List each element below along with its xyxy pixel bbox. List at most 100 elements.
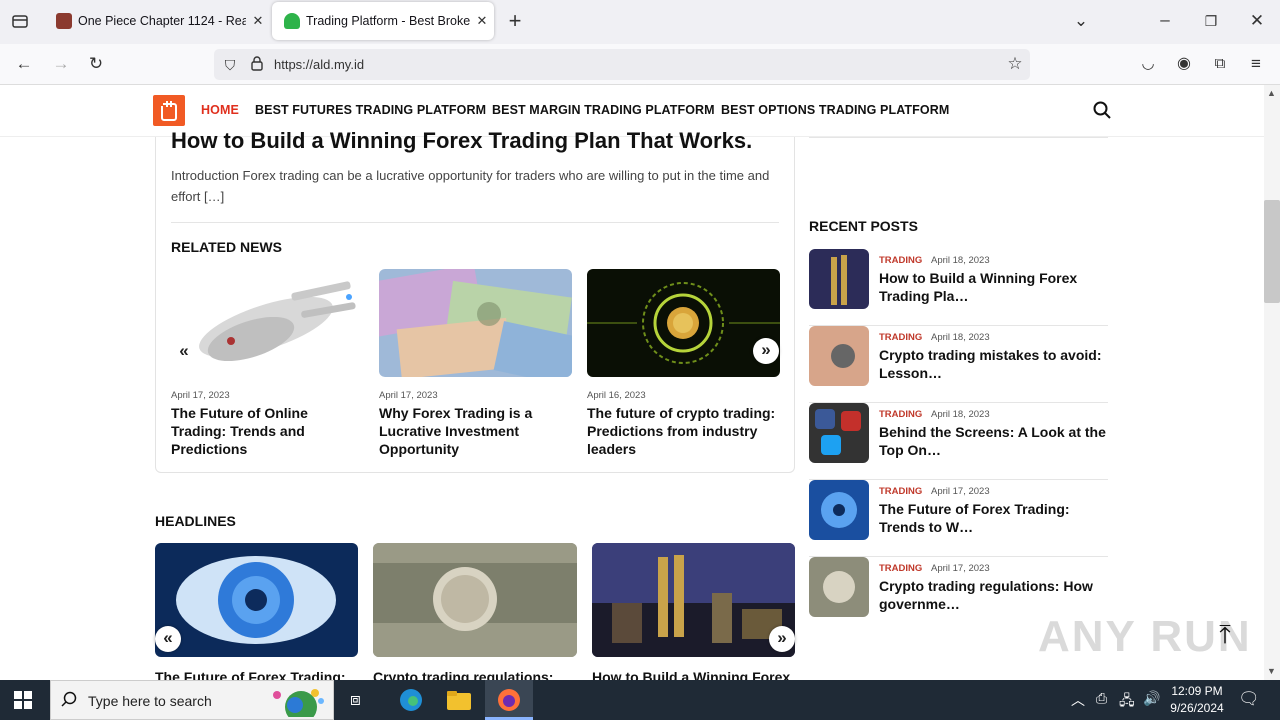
- search-placeholder: Type here to search: [88, 693, 212, 709]
- site-logo[interactable]: [153, 95, 185, 126]
- tab-overflow-chevron-icon[interactable]: ⌄: [1070, 11, 1092, 31]
- headline-image-eye[interactable]: [155, 543, 358, 657]
- related-title[interactable]: The future of crypto trading: Prediction…: [587, 404, 782, 458]
- windows-start-icon[interactable]: [14, 691, 32, 714]
- back-to-top-icon[interactable]: ⤒: [1214, 621, 1236, 647]
- volume-icon[interactable]: 🔊: [1143, 690, 1160, 707]
- tab-list-icon[interactable]: [9, 12, 31, 35]
- nav-best-futures[interactable]: BEST FUTURES TRADING PLATFORM: [255, 103, 486, 117]
- scroll-up-arrow-icon[interactable]: ▲: [1267, 88, 1276, 98]
- bookmark-star-icon[interactable]: ☆: [1004, 54, 1026, 74]
- shield-icon[interactable]: ⛉: [219, 55, 241, 75]
- recent-post-item[interactable]: TRADING April 18, 2023 How to Build a Wi…: [809, 249, 1108, 326]
- clock-date[interactable]: 9/26/2024: [1166, 701, 1228, 715]
- recent-post-title[interactable]: How to Build a Winning Forex Trading Pla…: [879, 269, 1107, 305]
- nav-best-margin[interactable]: BEST MARGIN TRADING PLATFORM: [492, 103, 715, 117]
- edge-browser-icon[interactable]: [399, 688, 423, 717]
- tray-device-icon[interactable]: ⎙: [1096, 690, 1107, 707]
- recent-post-category[interactable]: TRADING: [879, 563, 922, 574]
- recent-post-item[interactable]: TRADING April 17, 2023 The Future of For…: [809, 480, 1108, 557]
- related-title[interactable]: Why Forex Trading is a Lucrative Investm…: [379, 404, 569, 458]
- task-view-icon[interactable]: ⧈: [350, 690, 361, 710]
- one-piece-favicon: [56, 13, 72, 29]
- recent-post-item[interactable]: TRADING April 18, 2023 Crypto trading mi…: [809, 326, 1108, 403]
- tab-title: One Piece Chapter 1124 - Read: [78, 14, 246, 28]
- related-next-button[interactable]: »: [753, 338, 779, 364]
- recent-post-category[interactable]: TRADING: [879, 409, 922, 420]
- recent-post-date: April 18, 2023: [931, 255, 990, 266]
- divider: [171, 222, 779, 223]
- nav-home[interactable]: HOME: [201, 103, 239, 117]
- search-icon[interactable]: [1091, 101, 1113, 124]
- related-news-heading: RELATED NEWS: [171, 239, 282, 255]
- recent-post-category[interactable]: TRADING: [879, 332, 922, 343]
- android-favicon: [284, 13, 300, 29]
- new-tab-icon[interactable]: +: [504, 10, 526, 32]
- pocket-icon[interactable]: ◡: [1137, 54, 1159, 74]
- notifications-icon[interactable]: 🗨: [1238, 689, 1260, 709]
- recent-post-thumbnail[interactable]: [809, 326, 869, 386]
- related-image-crypto-coin[interactable]: [587, 269, 780, 377]
- recent-post-title[interactable]: The Future of Forex Trading: Trends to W…: [879, 500, 1107, 536]
- post-title[interactable]: How to Build a Winning Forex Trading Pla…: [171, 128, 752, 154]
- browser-tab-bar: One Piece Chapter 1124 - Read ✕ Trading …: [0, 0, 1280, 44]
- tab-trading-platform[interactable]: Trading Platform - Best Broker F ✕: [272, 2, 494, 40]
- recent-post-date: April 17, 2023: [931, 563, 990, 574]
- firefox-taskbar-button[interactable]: [485, 680, 533, 720]
- tab-title: Trading Platform - Best Broker F: [306, 14, 470, 28]
- browser-nav-bar: ← → ↻ ⛉ https://ald.my.id ☆ ◡ ◉ ⧉ ≡: [0, 44, 1280, 85]
- headlines-next-button[interactable]: »: [769, 626, 795, 652]
- recent-post-date: April 18, 2023: [931, 332, 990, 343]
- nav-best-options[interactable]: BEST OPTIONS TRADING PLATFORM: [721, 103, 949, 117]
- close-tab-icon[interactable]: ✕: [470, 13, 494, 29]
- menu-icon[interactable]: ≡: [1245, 54, 1267, 74]
- back-icon[interactable]: ←: [13, 54, 35, 74]
- related-date: April 17, 2023: [379, 390, 438, 401]
- recent-post-thumbnail[interactable]: [809, 403, 869, 463]
- headline-image-city[interactable]: [592, 543, 795, 657]
- restore-icon[interactable]: ❐: [1200, 11, 1222, 31]
- recent-post-thumbnail[interactable]: [809, 480, 869, 540]
- recent-post-category[interactable]: TRADING: [879, 486, 922, 497]
- scroll-down-arrow-icon[interactable]: ▼: [1267, 666, 1276, 676]
- network-icon[interactable]: 🖧: [1119, 690, 1135, 714]
- headline-image-bitcoin[interactable]: [373, 543, 577, 657]
- address-bar[interactable]: ⛉ https://ald.my.id ☆: [214, 49, 1030, 80]
- page-scrollbar-thumb[interactable]: [1264, 200, 1280, 303]
- url-text[interactable]: https://ald.my.id: [274, 57, 364, 72]
- forward-icon[interactable]: →: [50, 54, 72, 74]
- related-image-spaceship[interactable]: [171, 269, 364, 377]
- recent-post-item[interactable]: TRADING April 18, 2023 Behind the Screen…: [809, 403, 1108, 480]
- recent-post-thumbnail[interactable]: [809, 249, 869, 309]
- related-prev-button[interactable]: «: [171, 339, 197, 365]
- taskbar-search-box[interactable]: Type here to search: [50, 680, 334, 722]
- recent-post-title[interactable]: Crypto trading mistakes to avoid: Lesson…: [879, 346, 1107, 382]
- reload-icon[interactable]: ↻: [85, 54, 107, 74]
- recent-post-title[interactable]: Crypto trading regulations: How governme…: [879, 577, 1107, 613]
- related-title[interactable]: The Future of Online Trading: Trends and…: [171, 404, 361, 458]
- recent-post-date: April 18, 2023: [931, 409, 990, 420]
- headlines-heading: HEADLINES: [155, 513, 236, 529]
- clock-time[interactable]: 12:09 PM: [1170, 684, 1224, 698]
- extensions-icon[interactable]: ⧉: [1209, 54, 1231, 74]
- recent-posts-heading: RECENT POSTS: [809, 218, 918, 234]
- minimize-icon[interactable]: –: [1154, 10, 1176, 30]
- page-scrollbar-track[interactable]: [1264, 85, 1280, 680]
- tray-chevron-up-icon[interactable]: ︿: [1071, 690, 1085, 710]
- related-date: April 17, 2023: [171, 390, 230, 401]
- windows-taskbar: Type here to search ⧈ ︿ ⎙ 🖧 🔊 12:09 PM 9…: [0, 680, 1280, 722]
- lock-icon[interactable]: [246, 55, 268, 76]
- related-date: April 16, 2023: [587, 390, 646, 401]
- close-window-icon[interactable]: ✕: [1246, 11, 1268, 31]
- recent-post-category[interactable]: TRADING: [879, 255, 922, 266]
- recent-post-date: April 17, 2023: [931, 486, 990, 497]
- recent-post-thumbnail[interactable]: [809, 557, 869, 617]
- tab-one-piece[interactable]: One Piece Chapter 1124 - Read ✕: [44, 2, 270, 40]
- account-icon[interactable]: ◉: [1173, 54, 1195, 74]
- file-explorer-icon[interactable]: [447, 689, 471, 716]
- related-image-banknotes[interactable]: [379, 269, 572, 377]
- sidebar-divider: [809, 137, 1108, 138]
- headlines-prev-button[interactable]: «: [155, 626, 181, 652]
- recent-post-title[interactable]: Behind the Screens: A Look at the Top On…: [879, 423, 1107, 459]
- close-tab-icon[interactable]: ✕: [246, 13, 270, 29]
